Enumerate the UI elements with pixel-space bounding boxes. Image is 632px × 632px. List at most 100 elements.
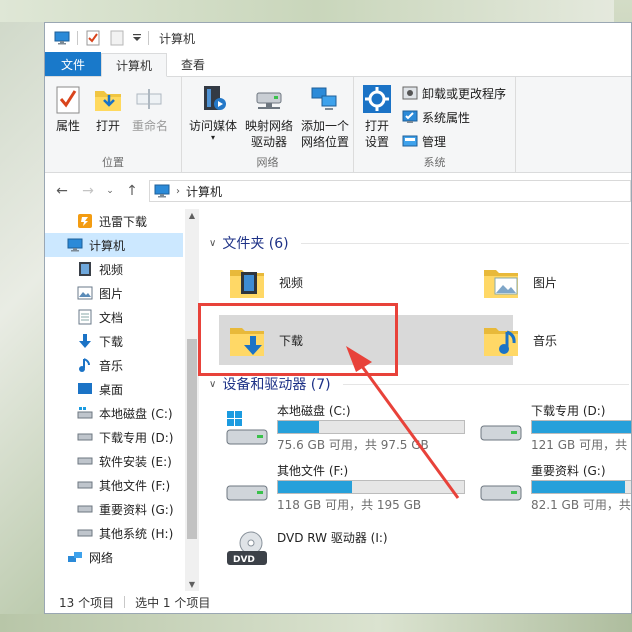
map-network-drive-label: 映射网络 驱动器 [245,119,294,149]
nav-item-pictures[interactable]: 图片 [45,281,183,305]
nav-item-label: 音乐 [99,358,124,373]
nav-item-label: 软件安装 (E:) [99,454,172,469]
folder-label: 图片 [533,275,558,290]
media-icon [197,83,229,115]
nav-item-drive-e[interactable]: 软件安装 (E:) [45,449,183,473]
collapse-chevron-icon[interactable]: ∨ [209,379,216,390]
recent-chevron-icon[interactable]: ⌄ [105,186,115,196]
annotation-highlight-box [198,303,398,376]
music-icon [77,357,93,373]
main-area: 迅雷下载 计算机 视频 图片 文档 下载 音乐 桌面 本地磁盘 (C:) 下载专… [45,209,631,591]
folder-music[interactable]: 音乐 [479,315,629,365]
scroll-up-icon[interactable]: ▲ [185,211,199,220]
navigation-pane: 迅雷下载 计算机 视频 图片 文档 下载 音乐 桌面 本地磁盘 (C:) 下载专… [45,209,183,591]
nav-item-drive-h[interactable]: 其他系统 (H:) [45,521,183,545]
section-divider [300,242,629,244]
customize-dropdown-icon[interactable] [132,29,142,47]
rename-button[interactable]: 重命名 [129,81,171,154]
nav-item-music[interactable]: 音乐 [45,353,183,377]
system-properties-button[interactable]: 系统属性 [402,107,506,127]
breadcrumb[interactable]: 计算机 [186,183,222,200]
back-arrow-icon[interactable]: ← [53,183,71,199]
open-button[interactable]: 打开 [89,81,127,154]
properties-icon[interactable] [84,29,102,47]
manage-button[interactable]: 管理 [402,131,506,151]
drive-info: 本地磁盘 (C:) 75.6 GB 可用，共 97.5 GB [277,402,465,453]
separator [148,31,149,45]
rename-icon [134,83,166,115]
drive-dvd[interactable]: DVD DVD RW 驱动器 (I:) [225,529,388,573]
address-field[interactable]: › 计算机 [149,180,631,202]
manage-label: 管理 [422,134,447,149]
tab-file[interactable]: 文件 [45,52,102,76]
properties-button[interactable]: 属性 [49,81,87,154]
nav-item-downloads[interactable]: 下载 [45,329,183,353]
group-label-system: 系统 [423,156,446,169]
computer-icon [53,29,71,47]
drive-usage-fill [278,481,353,493]
drive-d[interactable]: 下载专用 (D:) 121 GB 可用，共 [479,402,631,453]
nav-item-drive-g[interactable]: 重要资料 (G:) [45,497,183,521]
nav-item-video[interactable]: 视频 [45,257,183,281]
drive-usage-fill [278,421,319,433]
nav-item-network[interactable]: 网络 [45,545,183,569]
open-folder-icon [92,83,124,115]
scrollbar-thumb[interactable] [187,339,197,539]
uninstall-program-button[interactable]: 卸载或更改程序 [402,83,506,103]
computer-icon [67,237,83,253]
section-folders[interactable]: ∨ 文件夹 (6) [209,231,629,255]
drive-usage-bar [277,420,465,434]
drive-g[interactable]: 重要资料 (G:) 82.1 GB 可用，共 [479,462,631,513]
breadcrumb-chevron-icon[interactable]: › [176,186,180,197]
map-network-drive-button[interactable]: 映射网络 驱动器 [242,81,296,154]
tab-computer[interactable]: 计算机 [101,53,168,77]
address-bar: ← → ⌄ ↑ › 计算机 [45,173,631,209]
nav-item-desktop[interactable]: 桌面 [45,377,183,401]
open-settings-button[interactable]: 打开 设置 [358,81,396,154]
ribbon-tabs: 文件 计算机 查看 [45,52,631,77]
system-properties-icon [402,109,418,125]
nav-item-computer[interactable]: 计算机 [45,233,183,257]
windows-drive-icon [77,405,93,421]
nav-item-label: 图片 [99,286,124,301]
nav-item-label: 迅雷下载 [99,214,148,229]
drive-c[interactable]: 本地磁盘 (C:) 75.6 GB 可用，共 97.5 GB [225,402,465,453]
music-folder-icon [479,318,523,362]
navigation-scrollbar[interactable]: ▲ ▼ [185,209,199,591]
nav-item-documents[interactable]: 文档 [45,305,183,329]
nav-item-drive-d[interactable]: 下载专用 (D:) [45,425,183,449]
tab-view[interactable]: 查看 [167,52,219,76]
nav-item-drive-c[interactable]: 本地磁盘 (C:) [45,401,183,425]
drive-icon [77,525,93,541]
new-folder-icon[interactable] [108,29,126,47]
separator [77,31,78,45]
drive-icon [225,468,269,512]
collapse-chevron-icon[interactable]: ∨ [209,238,216,249]
drive-size: 121 GB 可用，共 [531,438,628,452]
desktop-icon [77,381,93,397]
nav-item-drive-f[interactable]: 其他文件 (F:) [45,473,183,497]
access-media-button[interactable]: 访问媒体 ▾ [186,81,240,154]
drive-icon [77,429,93,445]
drive-f[interactable]: 其他文件 (F:) 118 GB 可用，共 195 GB [225,462,465,513]
open-settings-label: 打开 设置 [364,119,389,149]
map-drive-icon [253,83,285,115]
uninstall-program-label: 卸载或更改程序 [422,86,507,101]
drive-info: 重要资料 (G:) 82.1 GB 可用，共 [531,462,631,513]
folder-pictures[interactable]: 图片 [479,257,629,307]
drive-icon [479,408,523,452]
drive-label: 其他文件 (F:) [277,464,349,478]
folder-video[interactable]: 视频 [225,257,455,307]
up-arrow-icon[interactable]: ↑ [123,183,141,199]
scroll-down-icon[interactable]: ▼ [185,580,199,589]
drive-label: 重要资料 (G:) [531,464,606,478]
section-divider [342,383,629,385]
add-network-location-button[interactable]: 添加一个 网络位置 [298,81,352,154]
nav-item-label: 计算机 [89,238,126,253]
forward-arrow-icon[interactable]: → [79,183,97,199]
documents-icon [77,309,93,325]
drive-usage-fill [532,421,631,433]
rename-label: 重命名 [132,119,169,133]
chevron-down-icon: ▾ [211,133,216,142]
nav-item-xunlei[interactable]: 迅雷下载 [45,209,183,233]
